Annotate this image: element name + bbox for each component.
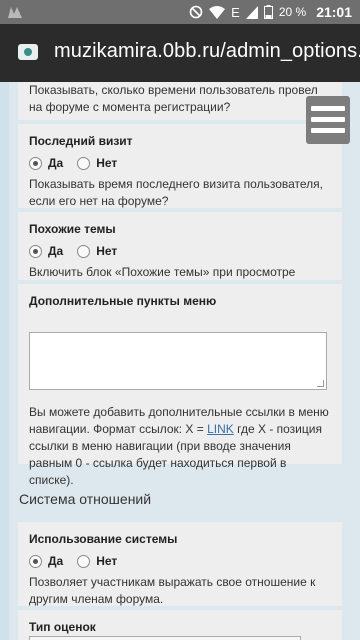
extramenu-title: Дополнительные пункты меню xyxy=(29,294,217,308)
similar-radio-group: Да Нет xyxy=(29,244,331,258)
usesystem-no-label[interactable]: Нет xyxy=(96,554,117,568)
similar-no-label[interactable]: Нет xyxy=(96,244,117,258)
usesystem-no-radio[interactable] xyxy=(77,554,91,568)
option-card-lastvisit: Последний визит Да Нет Показывать время … xyxy=(18,124,342,208)
battery-percent: 20 % xyxy=(278,5,307,19)
left-rail xyxy=(0,82,9,640)
usesystem-yes-radio[interactable] xyxy=(29,554,42,568)
usesystem-radio-group: Да Нет xyxy=(29,554,331,568)
lastvisit-description: Показывать время последнего визита польз… xyxy=(29,177,323,208)
network-type-label: E xyxy=(231,4,240,20)
extramenu-link[interactable]: LINK xyxy=(207,422,234,436)
extramenu-description: Вы можете добавить дополнительные ссылки… xyxy=(29,404,331,489)
section-title: Система отношений xyxy=(19,491,152,507)
do-not-disturb-icon xyxy=(189,5,203,19)
similar-yes-radio[interactable] xyxy=(29,244,42,258)
lastvisit-radio-group: Да Нет xyxy=(29,156,331,170)
lastvisit-no-label[interactable]: Нет xyxy=(96,156,117,170)
status-indicators: E 20 % 21:01 xyxy=(189,0,352,24)
option-card-ratingtype: Тип оценок xyxy=(18,610,342,640)
option-card-usesystem: Использование системы Да Нет Позволяет у… xyxy=(18,522,342,606)
signal-icon xyxy=(245,5,258,19)
lastvisit-yes-label[interactable]: Да xyxy=(48,156,63,170)
regtime-description: Показывать, сколько времени пользователь… xyxy=(29,83,318,114)
battery-icon xyxy=(263,5,273,19)
similar-yes-label[interactable]: Да xyxy=(48,244,63,258)
hamburger-menu-button[interactable] xyxy=(306,96,350,144)
similar-no-radio[interactable] xyxy=(77,244,91,258)
lastvisit-no-radio[interactable] xyxy=(77,156,91,170)
app-notification-icon xyxy=(8,7,22,18)
ratingtype-select[interactable] xyxy=(29,636,301,640)
option-card-similar: Похожие темы Да Нет Включить блок «Похож… xyxy=(18,212,342,296)
usesystem-yes-label[interactable]: Да xyxy=(48,554,63,568)
extramenu-textarea[interactable] xyxy=(29,332,327,390)
status-bar: E 20 % 21:01 xyxy=(0,0,360,24)
menu-bar-icon xyxy=(311,106,345,111)
menu-bar-icon xyxy=(311,117,345,122)
option-card-regtime: Показывать, сколько времени пользователь… xyxy=(18,82,342,120)
option-card-extramenu: Дополнительные пункты меню Вы можете доб… xyxy=(18,284,342,487)
site-favicon-icon xyxy=(18,44,38,60)
lastvisit-yes-radio[interactable] xyxy=(29,156,42,170)
wifi-icon xyxy=(209,5,226,19)
menu-bar-icon xyxy=(311,128,345,133)
page-content: Показывать, сколько времени пользователь… xyxy=(0,82,360,640)
url-text[interactable]: muzikamira.0bb.ru/admin_options.ph xyxy=(54,40,360,63)
lastvisit-title: Последний визит xyxy=(29,134,133,148)
usesystem-description: Позволяет участникам выражать свое отнош… xyxy=(29,575,316,606)
usesystem-title: Использование системы xyxy=(29,532,178,546)
similar-title: Похожие темы xyxy=(29,222,116,236)
browser-url-bar[interactable]: muzikamira.0bb.ru/admin_options.ph xyxy=(0,24,360,82)
ratingtype-title: Тип оценок xyxy=(29,620,96,634)
clock: 21:01 xyxy=(316,4,352,20)
